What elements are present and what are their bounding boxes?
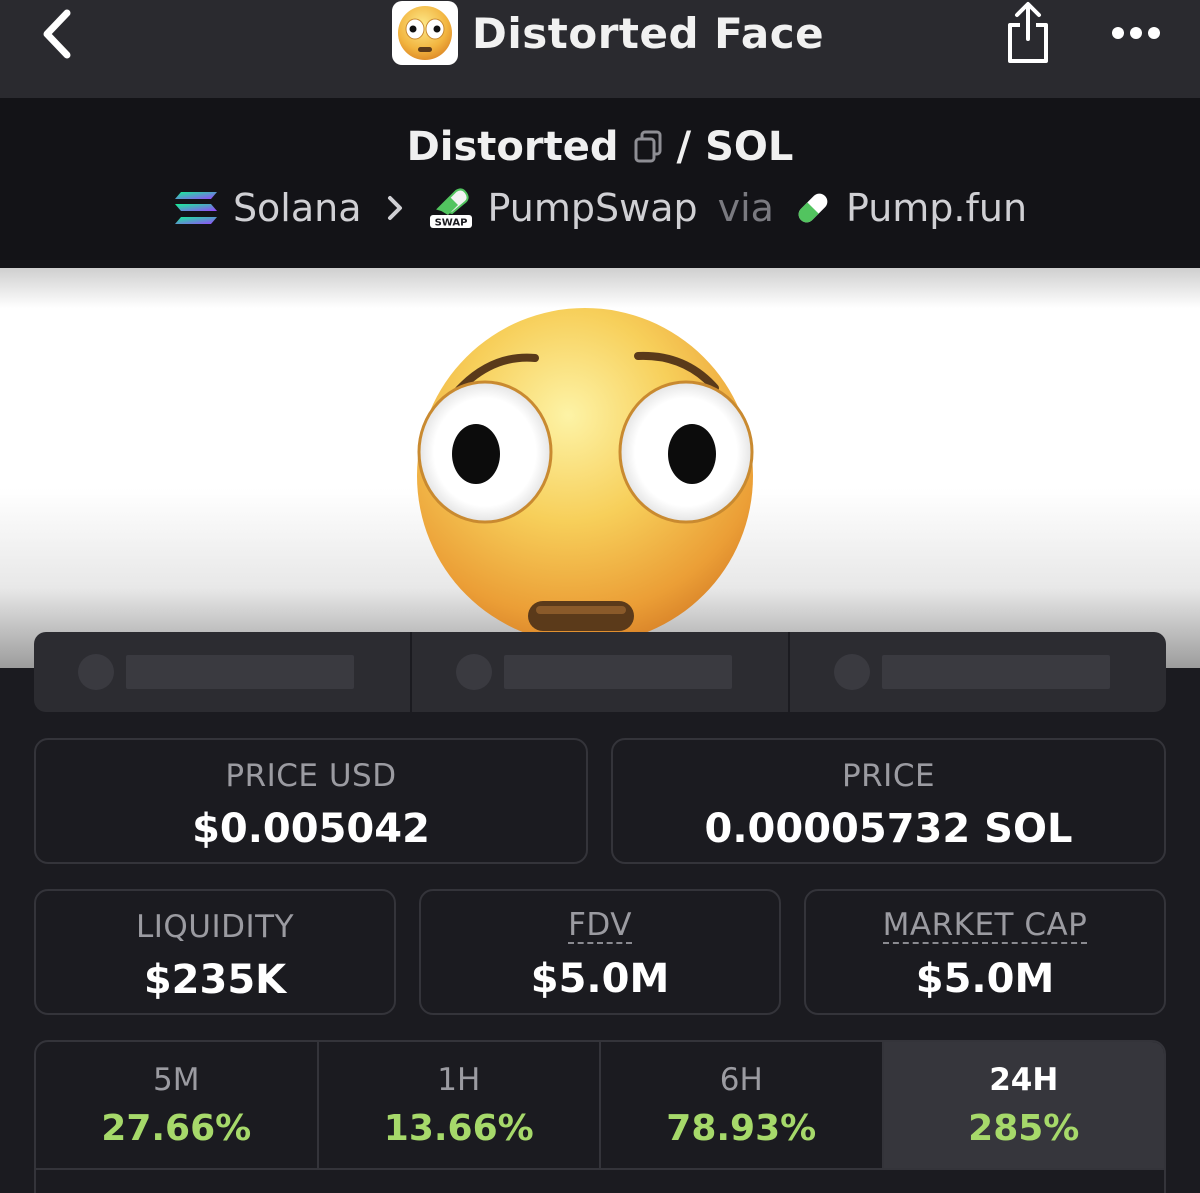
tab-5m-change: 27.66%: [101, 1108, 252, 1149]
launchpad-link[interactable]: Pump.fun: [846, 186, 1027, 230]
social-icon-placeholder: [456, 654, 492, 690]
share-icon: [1008, 2, 1048, 63]
price-native-card: PRICE 0.00005732 SOL: [611, 738, 1166, 864]
price-native-value: 0.00005732 SOL: [704, 806, 1073, 852]
back-button[interactable]: [28, 6, 84, 62]
pumpswap-logo-icon: SWAP: [428, 187, 474, 229]
via-label: via: [717, 186, 774, 230]
tab-24h[interactable]: 24H 285%: [883, 1042, 1164, 1168]
market-cap-card: MARKET CAP $5.0M: [804, 889, 1166, 1015]
social-icon-placeholder: [78, 654, 114, 690]
pair-source-breadcrumb: Solana SWAP PumpSwap via Pump.fun: [0, 186, 1200, 230]
tab-1h-label: 1H: [437, 1062, 481, 1098]
fdv-label[interactable]: FDV: [568, 909, 632, 944]
social-link-placeholder[interactable]: [34, 632, 412, 712]
tab-1h-change: 13.66%: [383, 1108, 534, 1149]
chevron-left-icon: [43, 9, 71, 59]
market-cap-label[interactable]: MARKET CAP: [882, 909, 1088, 944]
social-icon-placeholder: [834, 654, 870, 690]
price-change-tabs: 5M 27.66% 1H 13.66% 6H 78.93% 24H 285%: [34, 1040, 1166, 1193]
pair-separator: /: [676, 124, 692, 170]
token-name-title: Distorted Face: [472, 8, 825, 58]
token-title-group: Distorted Face: [392, 0, 824, 66]
price-change-row: 5M 27.66% 1H 13.66% 6H 78.93% 24H 285%: [36, 1042, 1164, 1170]
fdv-value: $5.0M: [530, 955, 670, 1002]
tab-6h[interactable]: 6H 78.93%: [601, 1042, 884, 1168]
dex-link[interactable]: PumpSwap: [488, 186, 698, 230]
tab-5m[interactable]: 5M 27.66%: [36, 1042, 319, 1168]
price-usd-card: PRICE USD $0.005042: [34, 738, 588, 864]
pair-header: Distorted / SOL Solana SWAP PumpSwap via…: [0, 98, 1200, 268]
social-label-placeholder: [504, 655, 732, 689]
top-nav-bar: Distorted Face: [0, 0, 1200, 98]
tab-24h-change: 285%: [968, 1108, 1080, 1149]
distorted-face-emoji-image: [417, 308, 754, 636]
chevron-right-icon: [386, 194, 404, 222]
tab-6h-change: 78.93%: [666, 1108, 817, 1149]
market-cap-value: $5.0M: [915, 955, 1055, 1002]
more-options-button[interactable]: [1104, 0, 1168, 66]
social-label-placeholder: [126, 655, 354, 689]
price-usd-value: $0.005042: [192, 806, 430, 852]
token-avatar: [392, 1, 458, 65]
base-token-symbol: Distorted: [406, 124, 619, 170]
tab-1h[interactable]: 1H 13.66%: [319, 1042, 601, 1168]
price-native-label: PRICE: [841, 758, 936, 794]
social-links-bar: [34, 632, 1166, 712]
price-usd-label: PRICE USD: [225, 758, 397, 794]
distorted-face-emoji-icon: [398, 6, 452, 60]
pill-icon: [794, 189, 832, 227]
quote-token-symbol: SOL: [705, 124, 794, 170]
copy-icon: [634, 130, 661, 163]
tab-6h-label: 6H: [719, 1062, 763, 1098]
copy-address-button[interactable]: [633, 130, 663, 164]
solana-logo-icon: [173, 190, 219, 226]
liquidity-label: LIQUIDITY: [135, 909, 295, 945]
tab-5m-label: 5M: [153, 1062, 200, 1098]
chain-link[interactable]: Solana: [233, 186, 362, 230]
token-banner-image: [0, 268, 1200, 668]
fdv-card: FDV $5.0M: [419, 889, 781, 1015]
tab-24h-label: 24H: [989, 1062, 1059, 1098]
more-dots-icon: [1112, 27, 1160, 39]
liquidity-value: $235K: [143, 957, 287, 1003]
social-link-placeholder[interactable]: [790, 632, 1166, 712]
share-button[interactable]: [1000, 0, 1056, 66]
social-label-placeholder: [882, 655, 1110, 689]
social-link-placeholder[interactable]: [412, 632, 790, 712]
pumpswap-badge-text: SWAP: [434, 218, 467, 229]
pair-title: Distorted / SOL: [0, 124, 1200, 170]
liquidity-card: LIQUIDITY $235K: [34, 889, 396, 1015]
